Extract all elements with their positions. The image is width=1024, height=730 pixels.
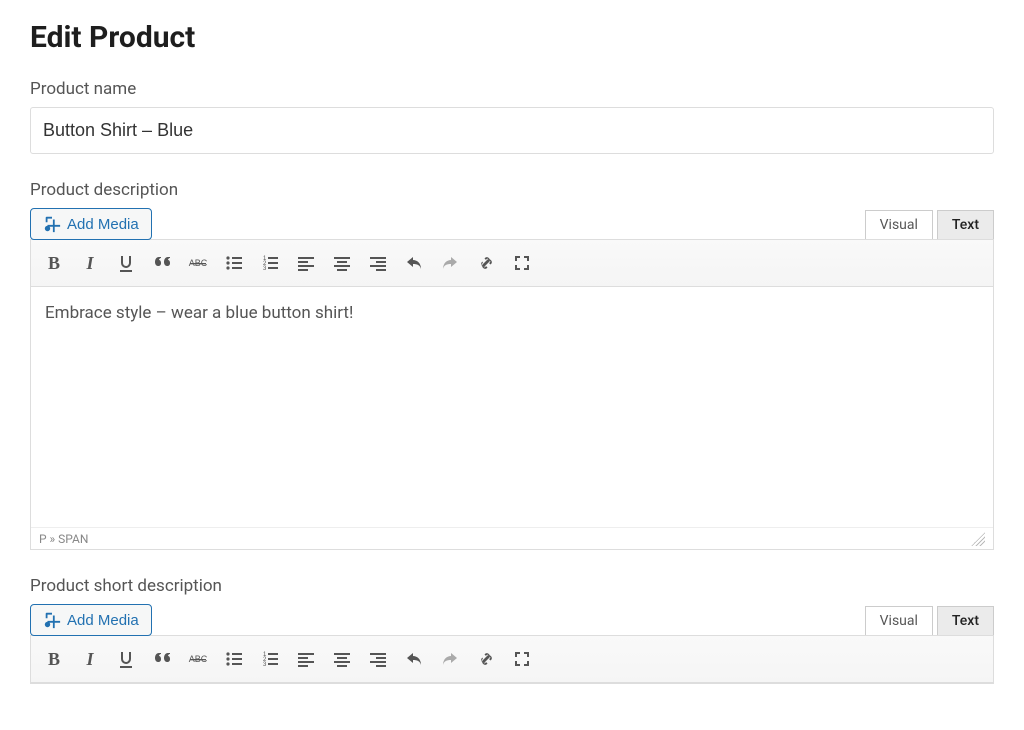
align-right-icon xyxy=(368,649,388,669)
ul-icon xyxy=(224,253,244,273)
link-icon xyxy=(476,649,496,669)
underline-button[interactable] xyxy=(109,642,143,676)
resize-handle[interactable] xyxy=(971,532,985,546)
fullscreen-button[interactable] xyxy=(505,642,539,676)
align-center-icon xyxy=(332,253,352,273)
redo-icon xyxy=(440,649,460,669)
tab-text[interactable]: Text xyxy=(937,210,994,239)
redo-button xyxy=(433,246,467,280)
insert-link-button[interactable] xyxy=(469,246,503,280)
product-name-label: Product name xyxy=(30,79,994,99)
undo-button[interactable] xyxy=(397,642,431,676)
fullscreen-icon xyxy=(512,649,532,669)
editor-tabs: Visual Text xyxy=(865,210,994,239)
underline-icon xyxy=(116,253,136,273)
tab-visual-short[interactable]: Visual xyxy=(865,606,933,635)
description-editor: BI Embrace style – wear a blue button sh… xyxy=(30,239,994,550)
product-description-label: Product description xyxy=(30,180,994,200)
insert-link-button[interactable] xyxy=(469,642,503,676)
add-media-label: Add Media xyxy=(67,216,139,233)
align-right-button[interactable] xyxy=(361,246,395,280)
quote-icon xyxy=(152,649,172,669)
bold-button[interactable]: B xyxy=(37,246,71,280)
undo-button[interactable] xyxy=(397,246,431,280)
align-left-button[interactable] xyxy=(289,642,323,676)
italic-icon: I xyxy=(86,649,93,670)
ol-icon xyxy=(260,649,280,669)
description-content[interactable]: Embrace style – wear a blue button shirt… xyxy=(31,287,993,527)
underline-icon xyxy=(116,649,136,669)
link-icon xyxy=(476,253,496,273)
add-media-button[interactable]: Add Media xyxy=(30,208,152,240)
fullscreen-button[interactable] xyxy=(505,246,539,280)
align-center-button[interactable] xyxy=(325,246,359,280)
underline-button[interactable] xyxy=(109,246,143,280)
italic-icon: I xyxy=(86,253,93,274)
quote-icon xyxy=(152,253,172,273)
tab-text-short[interactable]: Text xyxy=(937,606,994,635)
media-icon xyxy=(43,215,61,233)
align-right-button[interactable] xyxy=(361,642,395,676)
fullscreen-icon xyxy=(512,253,532,273)
align-center-icon xyxy=(332,649,352,669)
strike-icon xyxy=(188,649,208,669)
add-media-label: Add Media xyxy=(67,612,139,629)
bold-button[interactable]: B xyxy=(37,642,71,676)
page-title: Edit Product xyxy=(30,20,994,55)
blockquote-button[interactable] xyxy=(145,642,179,676)
strike-icon xyxy=(188,253,208,273)
align-left-icon xyxy=(296,253,316,273)
ul-icon xyxy=(224,649,244,669)
editor-toolbar-short: BI xyxy=(31,636,993,683)
product-short-description-label: Product short description xyxy=(30,576,994,596)
media-icon xyxy=(43,611,61,629)
strikethrough-button[interactable] xyxy=(181,642,215,676)
undo-icon xyxy=(404,253,424,273)
ol-icon xyxy=(260,253,280,273)
blockquote-button[interactable] xyxy=(145,246,179,280)
align-left-button[interactable] xyxy=(289,246,323,280)
bold-icon: B xyxy=(48,253,60,274)
redo-icon xyxy=(440,253,460,273)
element-path: P » SPAN xyxy=(39,532,88,546)
italic-button[interactable]: I xyxy=(73,246,107,280)
tab-visual[interactable]: Visual xyxy=(865,210,933,239)
align-center-button[interactable] xyxy=(325,642,359,676)
align-right-icon xyxy=(368,253,388,273)
short-description-editor: BI xyxy=(30,635,994,684)
editor-toolbar: BI xyxy=(31,240,993,287)
add-media-button-short[interactable]: Add Media xyxy=(30,604,152,636)
strikethrough-button[interactable] xyxy=(181,246,215,280)
bold-icon: B xyxy=(48,649,60,670)
editor-statusbar: P » SPAN xyxy=(31,527,993,549)
product-name-input[interactable] xyxy=(30,107,994,154)
undo-icon xyxy=(404,649,424,669)
numbered-list-button[interactable] xyxy=(253,642,287,676)
numbered-list-button[interactable] xyxy=(253,246,287,280)
italic-button[interactable]: I xyxy=(73,642,107,676)
redo-button xyxy=(433,642,467,676)
align-left-icon xyxy=(296,649,316,669)
editor-tabs-short: Visual Text xyxy=(865,606,994,635)
bullet-list-button[interactable] xyxy=(217,246,251,280)
bullet-list-button[interactable] xyxy=(217,642,251,676)
